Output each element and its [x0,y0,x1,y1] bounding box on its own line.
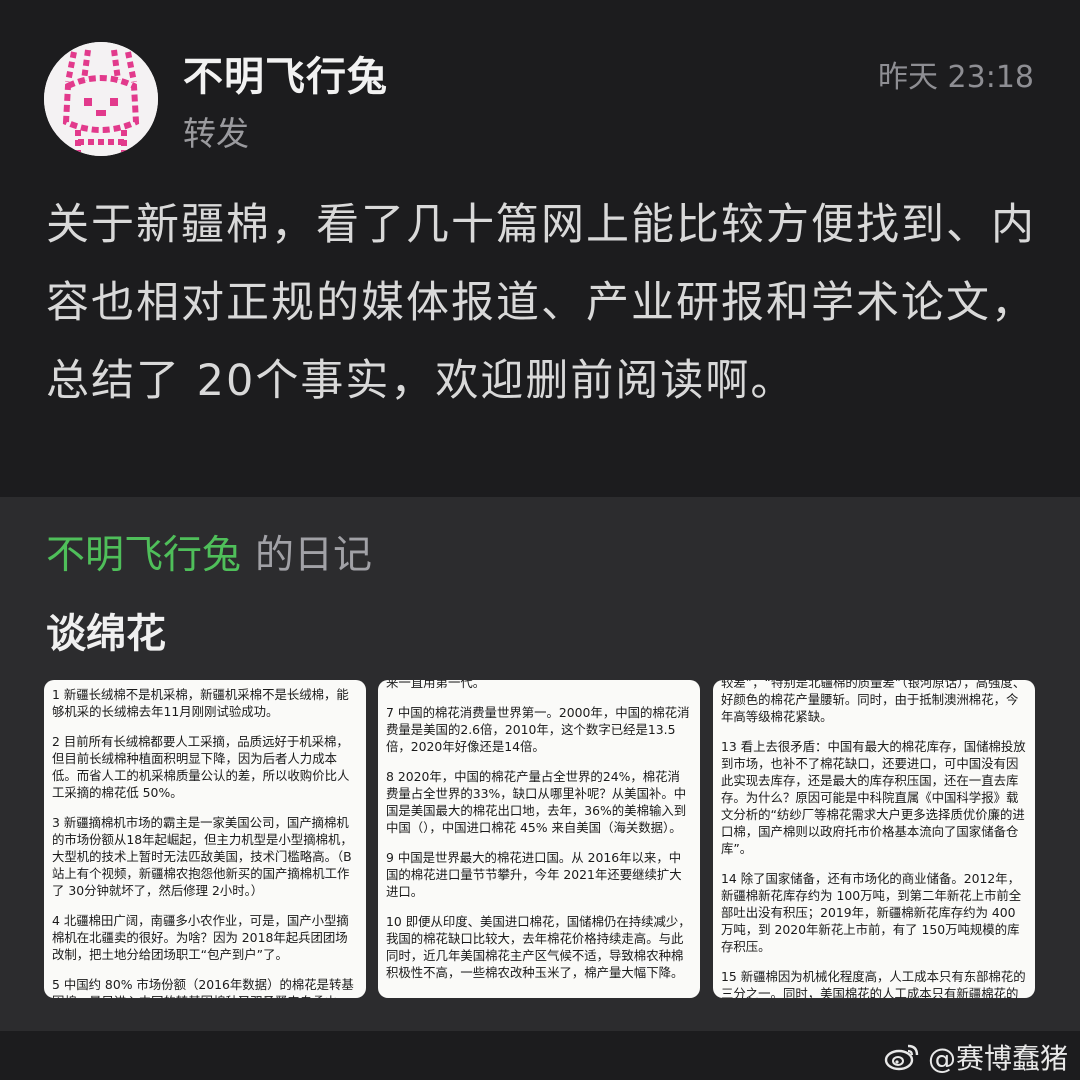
image-paragraph: 5 中国约 80% 市场份额（2016年数据）的棉花是转基因棉。最早进入中国的转… [52,977,354,998]
repost-card: 不明飞行兔 转发 昨天 23:18 关于新疆棉，看了几十篇网上能比较方便找到、内… [0,0,1080,497]
diary-image-1[interactable]: 1 新疆长绒棉不是机采棉，新疆机采棉不是长绒棉，能够机采的长绒棉去年11月刚刚试… [44,680,366,998]
diary-title[interactable]: 谈绵花 [46,601,166,659]
image-paragraph: 3 新疆摘棉机市场的霸主是一家美国公司，国产摘棉机的市场份额从18年起崛起，但主… [52,815,353,898]
weibo-icon [884,1044,919,1071]
diary-author-link[interactable]: 不明飞行兔 [46,533,241,578]
image-paragraph: 10 即便从印度、美国进口棉花，国储棉仍在持续减少，我国的棉花缺口比较大，去年棉… [386,914,691,980]
post-text: 关于新疆棉，看了几十篇网上能比较方便找到、内容也相对正规的媒体报道、产业研报和学… [46,200,1036,406]
watermark-text: @赛博蠢猪 [927,1042,1068,1075]
username[interactable]: 不明飞行兔 [183,44,388,102]
image-paragraph: 较差”，“特别是北疆棉的质量差”（银河原话），高强度、好颜色的棉花产量腰斩。同时… [721,680,1026,724]
image-paragraph: 13 看上去很矛盾：中国有最大的棉花库存，国储棉投放到市场，也补不了棉花缺口，还… [721,739,1026,856]
image-paragraph: 9 中国是世界最大的棉花进口国。从 2016年以来，中国的棉花进口量节节攀升，今… [386,850,682,899]
post-timestamp: 昨天 23:18 [878,60,1034,95]
diary-suffix: 的日记 [255,533,373,578]
image-paragraph: 14 除了国家储备，还有市场化的商业储备。2012年，新疆棉新花库存约为 100… [721,871,1022,954]
diary-image-3[interactable]: 较差”，“特别是北疆棉的质量差”（银河原话），高强度、好颜色的棉花产量腰斩。同时… [713,680,1035,998]
diary-header: 不明飞行兔 的日记 [46,524,372,580]
image-paragraph: 2 目前所有长绒棉都要人工采摘，品质远好于机采棉，但目前长绒棉种植面积明显下降，… [52,734,350,800]
diary-image-2[interactable]: 来一直用第一代。 7 中国的棉花消费量世界第一。2000年，中国的棉花消费量是美… [378,680,700,998]
image-paragraph: 7 中国的棉花消费量世界第一。2000年，中国的棉花消费量是美国的2.6倍，20… [386,705,690,754]
image-paragraph: 1 新疆长绒棉不是机采棉，新疆机采棉不是长绒棉，能够机采的长绒棉去年11月刚刚试… [52,687,349,719]
diary-card[interactable]: 不明飞行兔 的日记 谈绵花 1 新疆长绒棉不是机采棉，新疆机采棉不是长绒棉，能够机… [0,497,1080,1031]
rabbit-avatar-icon [44,42,158,156]
image-paragraph: 来一直用第一代。 [386,680,486,690]
screen: 不明飞行兔 转发 昨天 23:18 关于新疆棉，看了几十篇网上能比较方便找到、内… [0,0,1080,1080]
footer: @赛博蠢猪 [0,1031,1080,1080]
watermark: @赛博蠢猪 [884,1037,1068,1077]
image-paragraph: 8 2020年，中国的棉花产量占全世界的24%，棉花消费量占全世界的33%，缺口… [386,769,687,835]
user-avatar[interactable] [44,42,158,156]
image-paragraph: 4 北疆棉田广阔，南疆多小农作业，可是，国产小型摘棉机在北疆卖的很好。为啥？因为… [52,913,349,962]
repost-label: 转发 [183,114,249,153]
image-paragraph: 15 新疆棉因为机械化程度高，人工成本只有东部棉花的三分之一。同时，美国棉花的人… [721,969,1026,998]
